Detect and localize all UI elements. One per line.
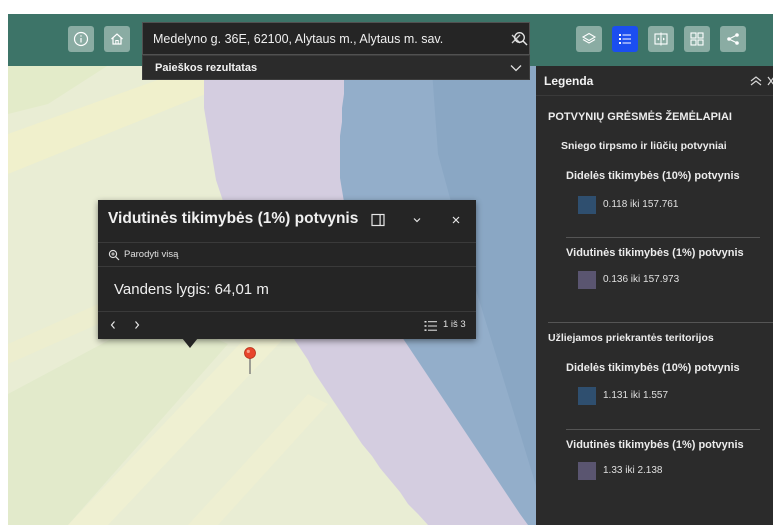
info-icon — [73, 31, 89, 47]
search-icon — [514, 32, 528, 46]
dock-icon — [371, 213, 385, 227]
next-feature-button[interactable] — [132, 318, 146, 334]
basemap-gallery-icon — [690, 32, 704, 46]
legend-divider — [566, 429, 760, 430]
close-panel-button[interactable] — [765, 72, 773, 90]
legend-item-label: Didelės tikimybės (10%) potvynis — [566, 170, 740, 182]
feature-popup: Vidutinės tikimybės (1%) potvynis Parody… — [98, 200, 476, 339]
share-icon — [727, 33, 739, 45]
search-results-dropdown[interactable]: Paieškos rezultatas — [142, 55, 530, 80]
home-button[interactable] — [104, 26, 130, 52]
water-level-value: Vandens lygis: 64,01 m — [114, 281, 269, 298]
collapse-popup-button[interactable] — [410, 213, 424, 227]
legend-range: 1.33 iki 2.138 — [603, 465, 663, 476]
legend-range: 0.118 iki 157.761 — [603, 199, 679, 210]
legend-item-label: Didelės tikimybės (10%) potvynis — [566, 362, 740, 374]
legend-swatch — [578, 271, 596, 289]
basemap-button[interactable] — [684, 26, 710, 52]
legend-group-title: Užliejamos priekrantės teritorijos — [548, 332, 714, 344]
zoom-to-label: Parodyti visą — [124, 249, 179, 260]
legend-layer-title: POTVYNIŲ GRĖSMĖS ŽEMĖLAPIAI — [548, 111, 732, 123]
legend-button[interactable] — [612, 26, 638, 52]
legend-group-title: Sniego tirpsmo ir liūčių potvyniai — [561, 140, 727, 152]
legend-title: Legenda — [544, 73, 594, 88]
share-button[interactable] — [720, 26, 746, 52]
chevron-down-icon — [413, 218, 421, 223]
info-button[interactable] — [68, 26, 94, 52]
search-results-label: Paieškos rezultatas — [155, 61, 258, 74]
legend-panel: Legenda POTVYNIŲ GRĖSMĖS ŽEMĖLAPIAI Snie… — [536, 66, 773, 525]
legend-divider — [566, 237, 760, 238]
popup-pointer — [182, 338, 198, 348]
layers-icon — [581, 32, 597, 44]
popup-title: Vidutinės tikimybės (1%) potvynis — [108, 210, 359, 227]
list-icon — [424, 321, 437, 331]
search-input[interactable] — [143, 23, 503, 54]
feature-count: 1 iš 3 — [443, 319, 466, 330]
map-viewer-app: Paieškos rezultatas Legenda POTVYNIŲ GRĖ… — [0, 0, 773, 525]
legend-item-label: Vidutinės tikimybės (1%) potvynis — [566, 247, 744, 259]
close-popup-button[interactable] — [448, 212, 464, 228]
search-box — [142, 22, 530, 55]
close-icon — [767, 76, 773, 86]
swipe-button[interactable] — [648, 26, 674, 52]
legend-divider — [548, 322, 773, 323]
legend-swatch — [578, 196, 596, 214]
legend-item-label: Vidutinės tikimybės (1%) potvynis — [566, 439, 744, 451]
popup-content: Vandens lygis: 64,01 m — [98, 268, 476, 311]
legend-list-icon — [619, 34, 631, 44]
chevron-right-icon — [135, 321, 140, 329]
zoom-to-button[interactable]: Parodyti visą — [98, 242, 476, 267]
swipe-compare-icon — [654, 32, 668, 46]
zoom-in-icon — [108, 249, 120, 260]
legend-range: 0.136 iki 157.973 — [603, 274, 680, 285]
legend-swatch — [578, 462, 596, 480]
legend-range: 1.131 iki 1.557 — [603, 390, 669, 401]
close-icon — [452, 216, 460, 224]
chevron-down-icon[interactable] — [503, 64, 529, 72]
home-icon — [111, 33, 123, 45]
layers-button[interactable] — [576, 26, 602, 52]
chevron-double-up-icon — [750, 76, 762, 86]
search-button[interactable] — [508, 26, 534, 52]
collapse-panel-button[interactable] — [747, 72, 765, 90]
legend-swatch — [578, 387, 596, 405]
popup-footer: 1 iš 3 — [98, 311, 476, 339]
feature-menu-button[interactable] — [423, 318, 439, 334]
dock-popup-button[interactable] — [370, 212, 386, 228]
previous-feature-button[interactable] — [108, 318, 122, 334]
chevron-left-icon — [110, 321, 115, 329]
location-pin-icon[interactable] — [243, 346, 257, 376]
legend-header: Legenda — [536, 66, 773, 96]
